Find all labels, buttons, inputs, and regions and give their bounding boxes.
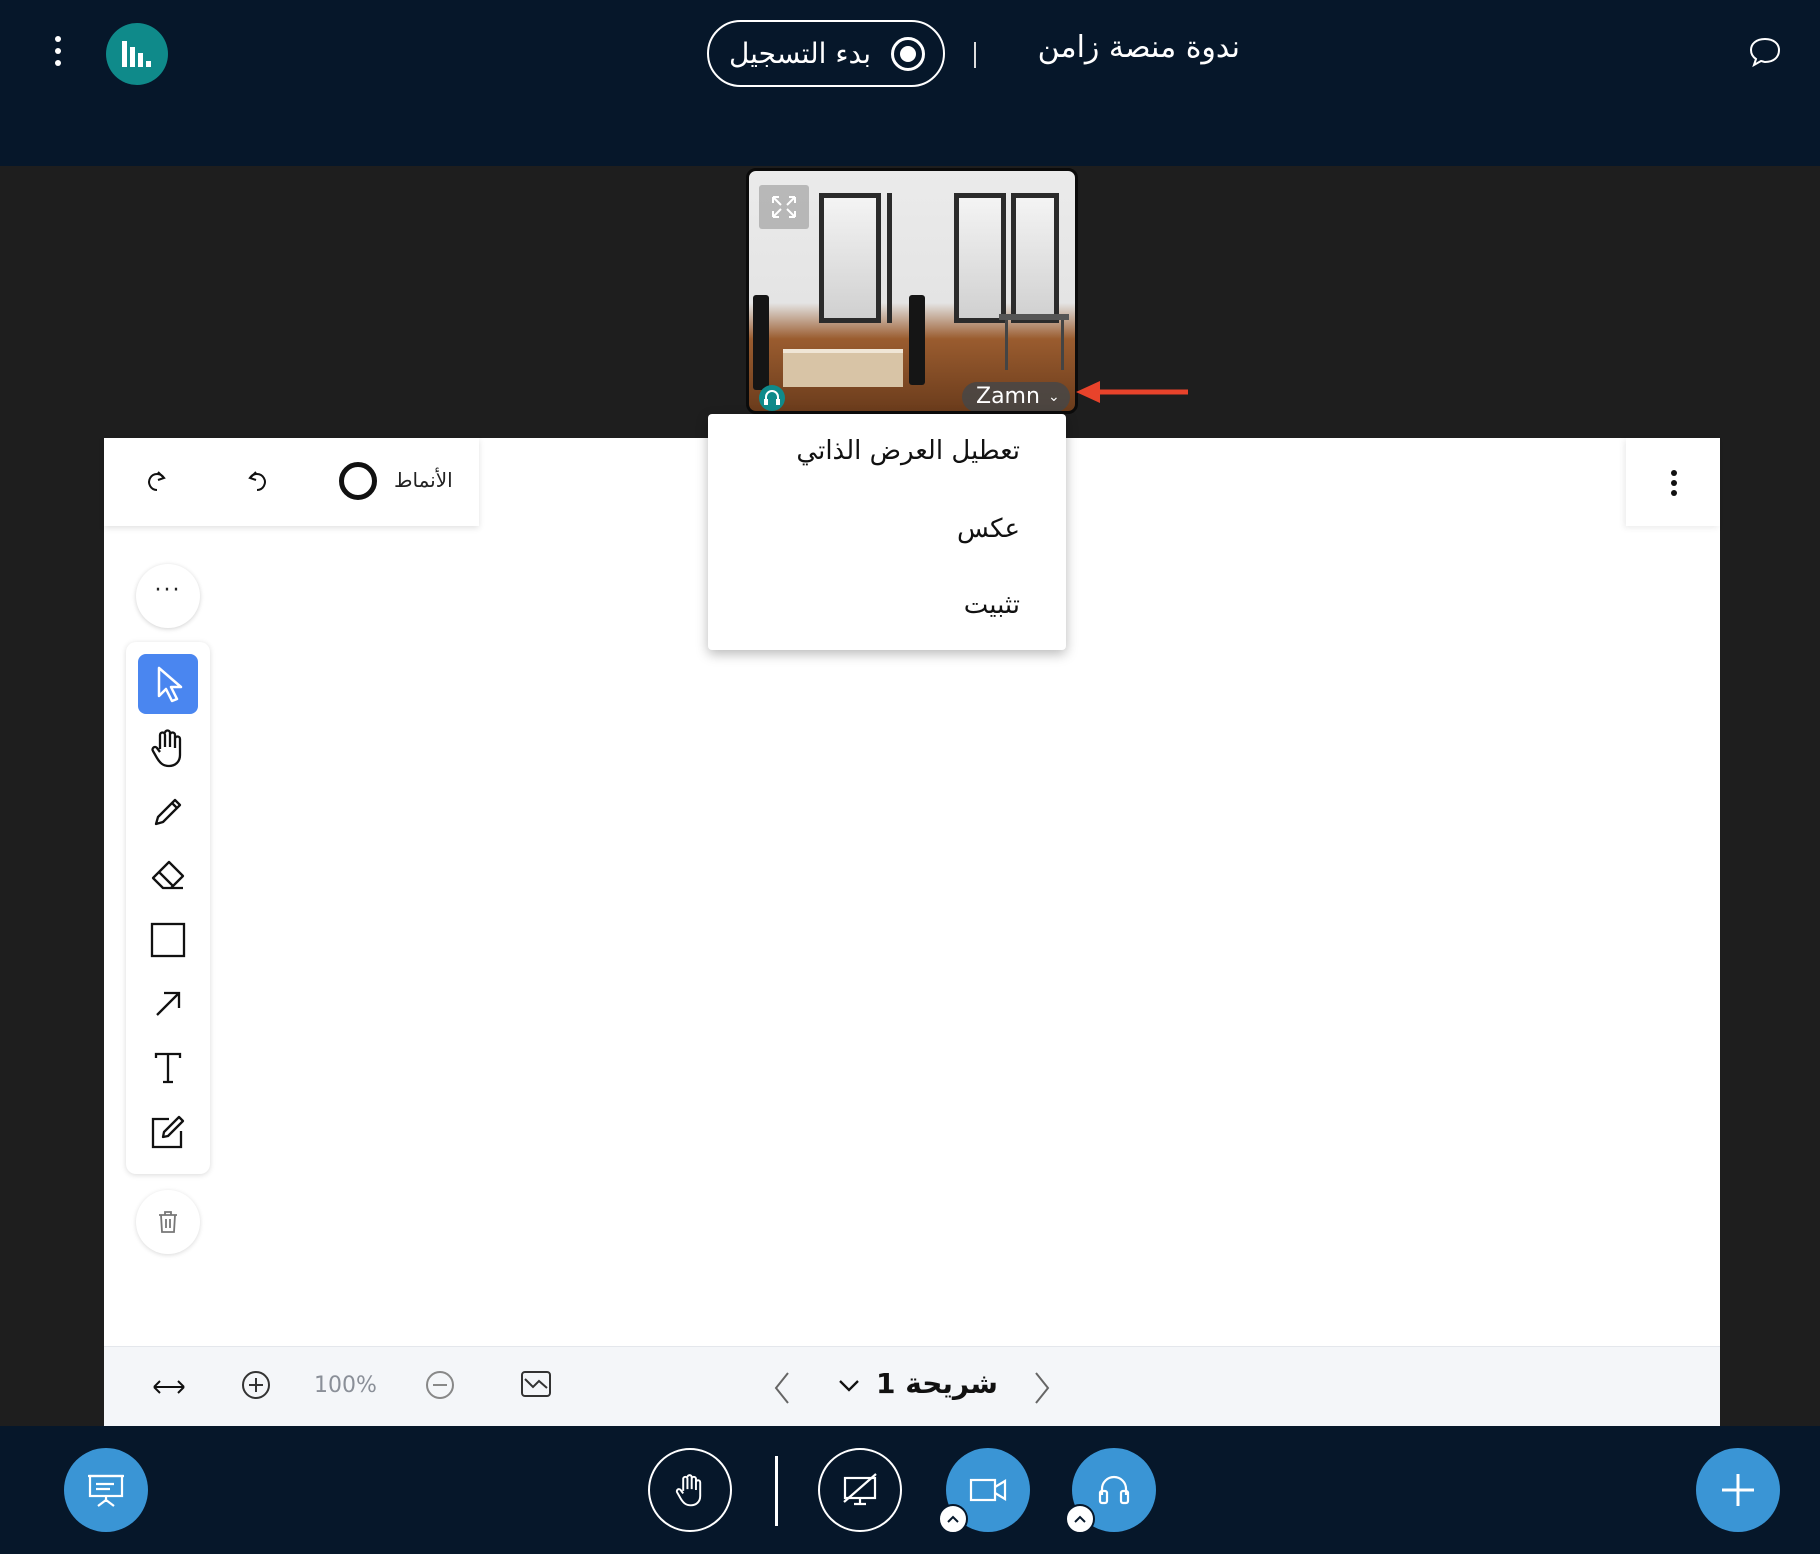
fullscreen-icon[interactable]	[759, 185, 809, 229]
webcam-cabinet-shape	[783, 349, 903, 387]
next-slide-icon[interactable]	[1032, 1371, 1052, 1405]
start-recording-button[interactable]: بدء التسجيل	[707, 20, 945, 87]
select-icon	[157, 666, 183, 703]
webcam-window-shape	[954, 193, 1006, 323]
video-camera-icon	[969, 1478, 1007, 1502]
eraser-icon	[151, 860, 185, 890]
rectangle-icon	[150, 922, 186, 958]
select-tool-button[interactable]	[138, 654, 198, 714]
previous-slide-icon[interactable]	[772, 1371, 792, 1405]
raise-hand-icon	[675, 1474, 702, 1507]
bottom-bar-divider	[775, 1456, 778, 1526]
zoom-out-icon[interactable]	[424, 1369, 456, 1401]
redo-icon[interactable]	[142, 466, 172, 496]
webcam-speaker-shape	[909, 295, 925, 385]
whiteboard-footer: 100% شريحة 1	[104, 1346, 1720, 1426]
webcam-window-shape	[1011, 193, 1059, 323]
headset-icon	[1098, 1475, 1130, 1505]
note-tool-button[interactable]	[138, 1102, 198, 1162]
raise-hand-button[interactable]	[648, 1448, 732, 1532]
webcam-frame-shape	[887, 193, 892, 323]
options-menu-icon[interactable]	[48, 36, 68, 70]
plus-icon	[1722, 1474, 1754, 1506]
undo-icon[interactable]	[242, 466, 272, 496]
webcam-table-leg	[1005, 320, 1008, 370]
record-label: بدء التسجيل	[728, 37, 871, 70]
menu-item-disable-self-view[interactable]: تعطيل العرض الذاتي	[796, 436, 1020, 466]
webcam-table-leg	[1061, 320, 1064, 370]
rectangle-tool-button[interactable]	[138, 910, 198, 970]
hide-presentation-icon[interactable]	[520, 1369, 552, 1399]
style-toolbar: الأنماط	[104, 438, 479, 526]
eraser-tool-button[interactable]	[138, 846, 198, 906]
styles-label[interactable]: الأنماط	[394, 468, 453, 492]
webcam-table-shape	[999, 314, 1069, 320]
presentation-icon	[88, 1474, 124, 1507]
text-icon	[154, 1052, 182, 1084]
bottom-bar	[0, 1426, 1820, 1554]
note-icon	[151, 1115, 185, 1149]
screen-share-button[interactable]	[818, 1448, 902, 1532]
whiteboard-options-icon[interactable]	[1626, 438, 1720, 526]
slide-selector[interactable]: شريحة 1	[876, 1367, 998, 1400]
meeting-title: ندوة منصة زامن	[1037, 30, 1240, 65]
menu-item-mirror[interactable]: عكس	[957, 514, 1020, 544]
zoom-in-icon[interactable]	[240, 1369, 272, 1401]
trash-icon	[159, 1211, 177, 1233]
pan-tool-button[interactable]	[138, 718, 198, 778]
delete-button[interactable]	[136, 1190, 200, 1254]
hand-pan-icon	[151, 729, 182, 768]
annotation-arrow-icon	[1076, 381, 1188, 403]
title-divider	[974, 42, 976, 68]
webcam-user-menu-button[interactable]: Zamn ⌄	[962, 382, 1070, 411]
menu-item-pin[interactable]: تثبيت	[964, 590, 1020, 620]
webcam-options-menu: تعطيل العرض الذاتي عكس تثبيت	[708, 414, 1066, 650]
drawing-toolbox	[126, 642, 210, 1174]
audio-options-caret-icon[interactable]	[1065, 1504, 1095, 1534]
record-icon	[891, 36, 925, 71]
more-tools-button[interactable]: ···	[136, 564, 200, 628]
zoom-level[interactable]: 100%	[314, 1373, 377, 1398]
chat-icon[interactable]	[1748, 36, 1782, 68]
arrow-icon	[156, 991, 181, 1016]
webcam-window-shape	[819, 193, 881, 323]
pencil-icon	[154, 798, 182, 826]
app-logo-icon	[106, 23, 168, 85]
chevron-down-icon: ⌄	[1047, 389, 1060, 405]
pencil-tool-button[interactable]	[138, 782, 198, 842]
slide-select-chevron-icon[interactable]	[838, 1379, 860, 1393]
webcam-tile[interactable]: Zamn ⌄	[746, 168, 1078, 414]
fit-width-icon[interactable]	[152, 1377, 186, 1397]
video-options-caret-icon[interactable]	[938, 1504, 968, 1534]
webcam-user-name: Zamn	[976, 384, 1040, 409]
headset-status-icon	[759, 385, 785, 411]
arrow-tool-button[interactable]	[138, 974, 198, 1034]
style-stroke-icon[interactable]	[339, 462, 377, 500]
screen-share-off-icon	[843, 1473, 877, 1506]
actions-plus-button[interactable]	[1696, 1448, 1780, 1532]
webcam-speaker-shape	[753, 295, 769, 390]
top-bar: بدء التسجيل ندوة منصة زامن	[0, 0, 1820, 166]
presentation-button[interactable]	[64, 1448, 148, 1532]
text-tool-button[interactable]	[138, 1038, 198, 1098]
